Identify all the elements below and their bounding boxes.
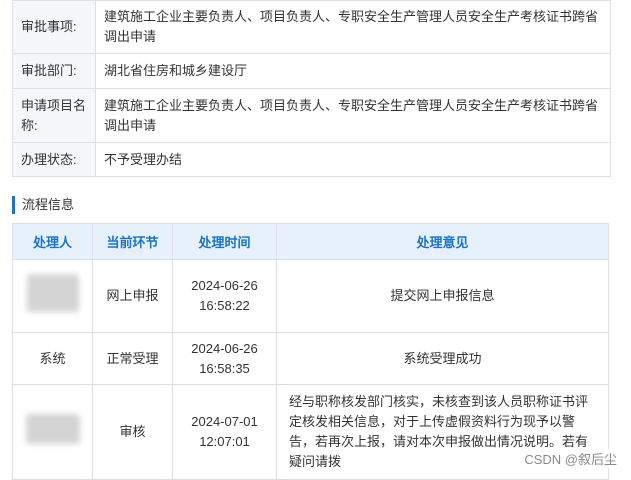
info-value: 建筑施工企业主要负责人、项目负责人、专职安全生产管理人员安全生产考核证书跨省调出… [95, 0, 611, 54]
approval-info-table: 审批事项: 建筑施工企业主要负责人、项目负责人、专职安全生产管理人员安全生产考核… [12, 0, 611, 177]
date-text: 2024-06-26 [191, 278, 258, 293]
column-header-opinion: 处理意见 [276, 223, 609, 260]
table-row: 系统 正常受理 2024-06-26 16:58:35 系统受理成功 [12, 332, 609, 385]
time-text: 16:58:35 [199, 360, 250, 376]
date-text: 2024-06-26 [191, 340, 258, 356]
info-row-approval-item: 审批事项: 建筑施工企业主要负责人、项目负责人、专职安全生产管理人员安全生产考核… [12, 0, 611, 54]
table-row: 网上申报 2024-06-26 16:58:22 提交网上申报信息 [12, 259, 609, 333]
time-cell: 2024-06-26 16:58:35 [172, 332, 277, 385]
handler-cell [12, 259, 93, 333]
column-header-handler: 处理人 [12, 223, 93, 260]
redacted-handler [26, 274, 79, 312]
flow-header-row: 处理人 当前环节 处理时间 处理意见 [12, 223, 609, 260]
csdn-watermark: CSDN @叙后尘 [522, 449, 619, 468]
handler-cell [12, 384, 93, 480]
info-row-status: 办理状态: 不予受理办结 [12, 142, 611, 177]
handler-cell: 系统 [12, 332, 93, 385]
info-value: 湖北省住房和城乡建设厅 [95, 53, 611, 89]
step-cell: 网上申报 [92, 259, 173, 333]
section-title-flow-info: 流程信息 [12, 196, 74, 214]
flow-table: 处理人 当前环节 处理时间 处理意见 网上申报 2024-06-26 16:58… [12, 223, 609, 480]
step-cell: 审核 [92, 384, 173, 480]
info-row-project-name: 申请项目名称: 建筑施工企业主要负责人、项目负责人、专职安全生产管理人员安全生产… [12, 88, 611, 143]
opinion-cell: 提交网上申报信息 [276, 259, 609, 333]
redacted-handler [25, 414, 80, 444]
info-value: 建筑施工企业主要负责人、项目负责人、专职安全生产管理人员安全生产考核证书跨省调出… [95, 88, 611, 143]
info-label: 审批事项: [12, 0, 96, 54]
table-row: 审核 2024-07-01 12:07:01 经与职称核发部门核实，未核查到该人… [12, 384, 609, 480]
column-header-step: 当前环节 [92, 223, 173, 260]
info-value: 不予受理办结 [95, 142, 611, 177]
opinion-cell: 系统受理成功 [276, 332, 609, 385]
time-cell: 2024-06-26 16:58:22 [172, 259, 277, 333]
info-row-department: 审批部门: 湖北省住房和城乡建设厅 [12, 53, 611, 89]
time-text: 16:58:22 [199, 298, 250, 313]
step-cell: 正常受理 [92, 332, 173, 385]
info-label: 办理状态: [12, 142, 96, 177]
time-cell: 2024-07-01 12:07:01 [172, 384, 277, 480]
time-text: 12:07:01 [199, 434, 250, 449]
info-label: 审批部门: [12, 53, 96, 89]
column-header-time: 处理时间 [172, 223, 277, 260]
info-label: 申请项目名称: [12, 88, 96, 143]
date-text: 2024-07-01 [191, 414, 258, 429]
